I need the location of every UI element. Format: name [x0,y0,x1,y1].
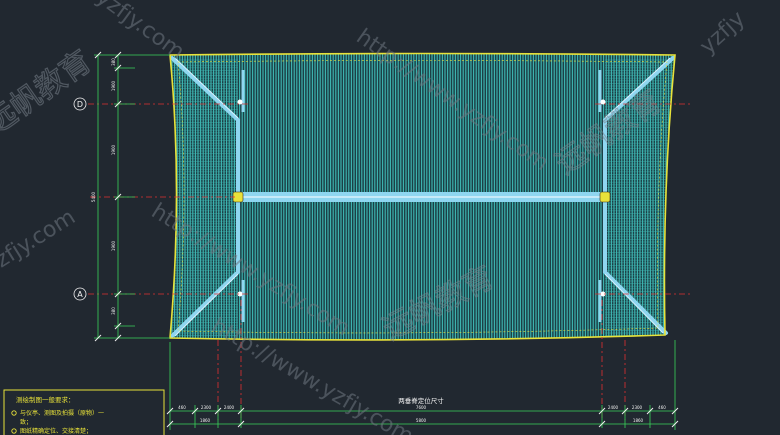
dim-bottom-2: 2300 [201,405,212,410]
dim-bottom-6: 2300 [632,405,643,410]
dim-left-3: 1900 [111,144,116,155]
dim-left-1: 380 [111,58,116,66]
dim-left-5: 380 [111,307,116,315]
notes-item-1: 与仪亭、测图及拍摄（原物）一 [20,409,104,417]
notes-heading: 测绘制图一般要求： [16,395,75,404]
watermark-url-5: yzfjy.com [0,205,80,280]
dim-bottom-8: 1860 [200,418,211,423]
main-ridge [238,192,605,202]
dim-bottom-7: 460 [658,405,666,410]
svg-text:A: A [77,290,83,299]
dim-bottom-9: 5800 [416,418,427,423]
left-dimension-labels: 380 1900 1900 1900 380 5400 [91,58,116,315]
dim-bottom-3: 2400 [224,405,235,410]
dim-left-4: 1900 [111,240,116,251]
notes-box: 测绘制图一般要求： 与仪亭、测图及拍摄（原物）一 致； 图纸精确定位、交接清楚； [3,389,165,435]
notes-item-2: 致； [20,418,32,426]
svg-text:D: D [77,100,83,109]
dim-bottom-1: 460 [178,405,186,410]
dim-bottom-4: 7600 [416,405,427,410]
notes-item-3: 图纸精确定位、交接清楚； [20,427,92,435]
dim-bottom-5: 2400 [608,405,619,410]
axis-bubble-d: D [73,97,87,111]
dim-left-total: 5400 [91,191,96,202]
bottom-dimension-labels: 460 2300 2400 7600 2400 2300 460 1860 58… [178,405,666,423]
watermark-url-6: yzfjy [695,6,750,59]
left-dimension-ticks [94,51,122,342]
dim-left-2: 1900 [111,80,116,91]
left-dimension-chain [94,54,170,339]
dimension-title: 两垂脊定位尺寸 [398,396,444,405]
axis-bubble-a: A [73,287,87,301]
dim-bottom-10: 1860 [633,418,644,423]
cad-drawing-canvas: D A 380 1900 1900 1900 380 5400 460 2300… [0,0,750,435]
watermark-brand-1: 远帆教育 [0,44,98,141]
